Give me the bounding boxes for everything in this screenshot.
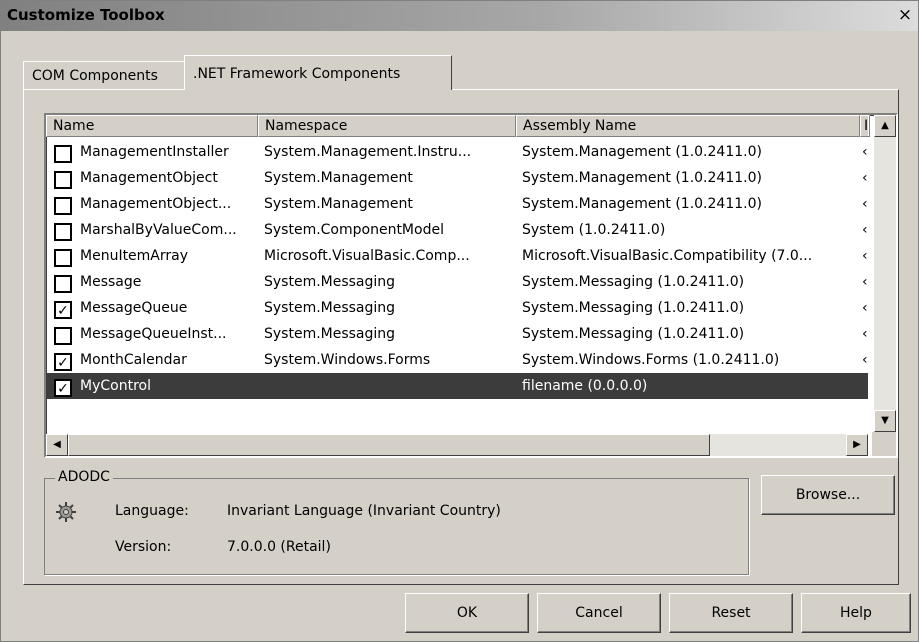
row-checkbox[interactable]: ✓ [54, 301, 72, 319]
cell-extra: ‹ [862, 170, 868, 186]
cell-extra: ‹ [862, 326, 868, 342]
row-checkbox[interactable] [54, 275, 72, 293]
table-row[interactable]: ManagementObject... System.Management Syst… [46, 191, 868, 217]
table-row[interactable]: ✓ MyControl filename (0.0.0.0) [46, 373, 868, 399]
cell-extra: ‹ [862, 222, 868, 238]
cell-name: ManagementInstaller [80, 144, 229, 160]
row-checkbox[interactable] [54, 197, 72, 215]
table-row[interactable]: MarshalByValueCom... System.ComponentMode… [46, 217, 868, 243]
cell-name: MessageQueueInst... [80, 326, 227, 342]
group-label: ADODC [55, 469, 113, 485]
cell-namespace: Microsoft.VisualBasic.Comp... [264, 248, 470, 264]
column-header-assembly[interactable]: Assembly Name [516, 115, 860, 137]
tab-net-framework-components[interactable]: .NET Framework Components [184, 55, 452, 90]
scroll-down-icon[interactable]: ▼ [874, 410, 896, 432]
scroll-left-icon[interactable]: ◀ [46, 434, 68, 456]
cell-assembly: System.Windows.Forms (1.0.2411.0) [522, 352, 780, 368]
cell-name: ManagementObject [80, 170, 218, 186]
cell-namespace: System.Windows.Forms [264, 352, 431, 368]
tab-label: .NET Framework Components [193, 66, 401, 82]
cell-assembly: Microsoft.VisualBasic.Compatibility (7.0… [522, 248, 813, 264]
reset-button[interactable]: Reset [669, 593, 793, 633]
column-header-name[interactable]: Name [46, 115, 258, 137]
cell-name: MonthCalendar [80, 352, 187, 368]
table-row[interactable]: MessageQueueInst... System.Messaging Syste… [46, 321, 868, 347]
language-label: Language: [115, 503, 189, 519]
scrollbar-corner [872, 432, 896, 456]
cell-extra: ‹ [862, 274, 868, 290]
cell-extra: ‹ [862, 300, 868, 316]
horizontal-scrollbar[interactable]: ◀ ▶ [46, 434, 868, 456]
cell-namespace: System.Messaging [264, 326, 396, 342]
row-checkbox[interactable] [54, 223, 72, 241]
ok-button[interactable]: OK [405, 593, 529, 633]
cell-name: MyControl [80, 378, 151, 394]
reset-button-label: Reset [711, 605, 751, 621]
help-button-label: Help [840, 605, 872, 621]
cell-assembly: System.Management (1.0.2411.0) [522, 196, 762, 212]
cell-extra: ‹ [862, 352, 868, 368]
cell-assembly: System (1.0.2411.0) [522, 222, 666, 238]
table-row[interactable]: ManagementObject System.Management System.… [46, 165, 868, 191]
version-label: Version: [115, 539, 172, 555]
horizontal-scroll-thumb[interactable] [68, 434, 710, 456]
cell-namespace: System.Management [264, 196, 413, 212]
cell-name: ManagementObject... [80, 196, 232, 212]
row-checkbox[interactable]: ✓ [54, 379, 72, 397]
help-button[interactable]: Help [801, 593, 911, 633]
table-row[interactable]: MenuItemArray Microsoft.VisualBasic.Comp.… [46, 243, 868, 269]
cell-namespace: System.Management [264, 170, 413, 186]
cancel-button-label: Cancel [575, 605, 623, 621]
cell-assembly: System.Messaging (1.0.2411.0) [522, 274, 745, 290]
scroll-up-icon[interactable]: ▲ [874, 115, 896, 137]
cell-namespace: System.Messaging [264, 300, 396, 316]
cell-assembly: System.Messaging (1.0.2411.0) [522, 326, 745, 342]
table-row[interactable]: ✓ MonthCalendar System.Windows.Forms System… [46, 347, 868, 373]
column-header-extra[interactable]: I [860, 115, 870, 137]
cancel-button[interactable]: Cancel [537, 593, 661, 633]
list-header: Name Namespace Assembly Name I [46, 115, 870, 137]
list-rows: ManagementInstaller System.Management.Ins… [46, 139, 868, 399]
customize-toolbox-dialog: Customize Toolbox × COM Components .NET … [0, 0, 919, 642]
cell-namespace: System.Messaging [264, 274, 396, 290]
cell-namespace: System.Management.Instru... [264, 144, 472, 160]
tab-label: COM Components [32, 68, 158, 84]
version-value: 7.0.0.0 (Retail) [227, 539, 331, 555]
checkmark-icon: ✓ [57, 381, 69, 397]
cell-assembly: filename (0.0.0.0) [522, 378, 648, 394]
tab-com-components[interactable]: COM Components [23, 61, 201, 90]
cell-extra: ‹ [862, 144, 868, 160]
row-checkbox[interactable]: ✓ [54, 353, 72, 371]
scroll-right-icon[interactable]: ▶ [846, 434, 868, 456]
browse-button[interactable]: Browse... [761, 475, 895, 515]
dialog-title: Customize Toolbox [7, 6, 165, 24]
cell-name: MessageQueue [80, 300, 188, 316]
components-list[interactable]: Name Namespace Assembly Name I Managemen… [44, 113, 898, 458]
cell-assembly: System.Messaging (1.0.2411.0) [522, 300, 745, 316]
language-value: Invariant Language (Invariant Country) [227, 503, 501, 519]
cell-assembly: System.Management (1.0.2411.0) [522, 144, 762, 160]
cell-assembly: System.Management (1.0.2411.0) [522, 170, 762, 186]
table-row[interactable]: ManagementInstaller System.Management.Ins… [46, 139, 868, 165]
row-checkbox[interactable] [54, 171, 72, 189]
close-icon[interactable]: × [894, 4, 916, 26]
row-checkbox[interactable] [54, 249, 72, 267]
cell-extra: ‹ [862, 248, 868, 264]
ok-button-label: OK [456, 605, 478, 621]
table-row[interactable]: Message System.Messaging System.Messaging … [46, 269, 868, 295]
cell-extra: ‹ [862, 196, 868, 212]
column-header-namespace[interactable]: Namespace [258, 115, 516, 137]
title-bar: Customize Toolbox × [1, 1, 918, 31]
component-details-group: ADODC Language: Invariant Language (Inva… [44, 469, 749, 575]
component-gear-icon [53, 499, 79, 529]
cell-name: MarshalByValueCom... [80, 222, 237, 238]
row-checkbox[interactable] [54, 145, 72, 163]
browse-button-label: Browse... [795, 487, 861, 503]
row-checkbox[interactable] [54, 327, 72, 345]
cell-name: MenuItemArray [80, 248, 189, 264]
cell-name: Message [80, 274, 142, 290]
vertical-scrollbar[interactable]: ▲ ▼ [874, 115, 896, 432]
table-row[interactable]: ✓ MessageQueue System.Messaging System.Mess… [46, 295, 868, 321]
cell-namespace: System.ComponentModel [264, 222, 444, 238]
